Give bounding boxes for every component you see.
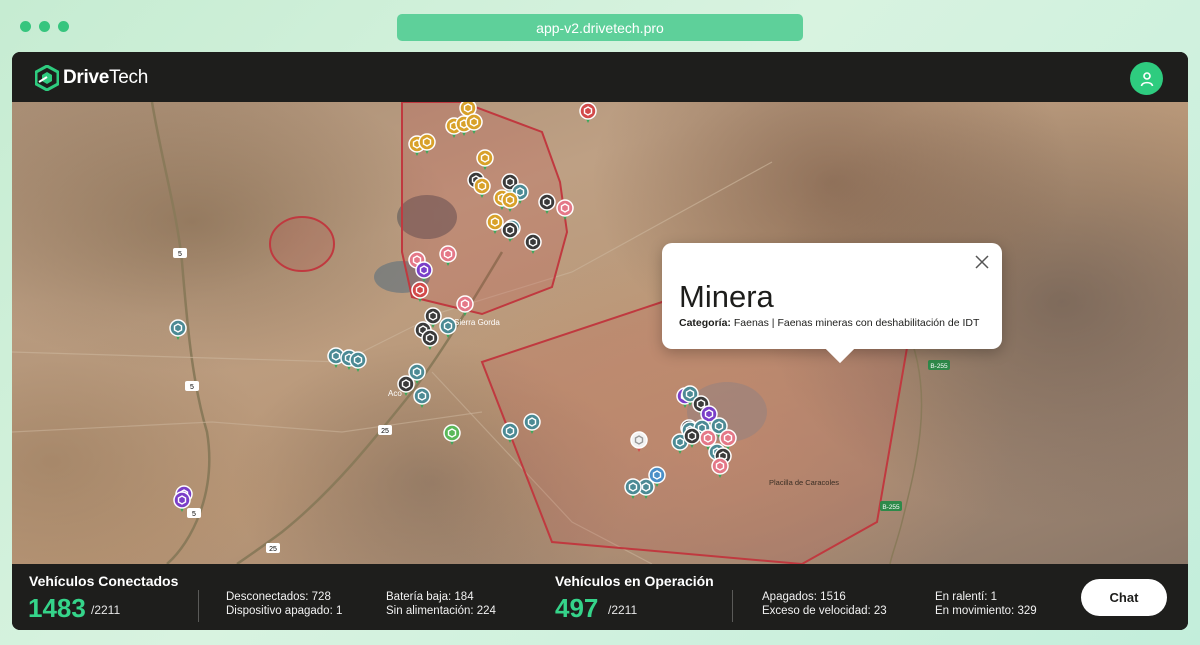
window-controls: [20, 21, 69, 32]
connected-total: /2211: [91, 603, 121, 617]
road-shield-5: 5: [187, 508, 201, 518]
svg-text:B-255: B-255: [882, 504, 900, 511]
road-shield-25: 25: [378, 425, 392, 435]
vehicle-marker[interactable]: [421, 329, 439, 350]
geofence-west: [269, 216, 335, 272]
road-shield-b255: B-255: [880, 501, 902, 511]
geofence-popup: Minera Categoría: Faenas | Faenas minera…: [662, 243, 1002, 349]
disconnected-stat: Desconectados: 728: [226, 591, 331, 603]
svg-text:5: 5: [192, 511, 196, 518]
road-shield-5: 5: [173, 248, 187, 258]
divider: [198, 590, 199, 622]
operation-count: 497: [555, 593, 599, 623]
address-bar[interactable]: app-v2.drivetech.pro: [397, 14, 803, 41]
vehicle-marker[interactable]: [579, 102, 597, 123]
vehicle-marker[interactable]: [443, 424, 461, 445]
dirt-road: [12, 411, 483, 433]
drivetech-logo[interactable]: DriveTech: [35, 65, 148, 91]
road-shield-b255: B-255: [928, 360, 950, 370]
no-power-stat: Sin alimentación: 224: [386, 605, 496, 617]
stats-bar: Vehículos Conectados 1483 /2211 Desconec…: [12, 564, 1188, 630]
window-dot-minimize[interactable]: [39, 21, 50, 32]
operation-total: /2211: [608, 603, 638, 617]
svg-text:25: 25: [381, 428, 389, 435]
device-off-stat: Dispositivo apagado: 1: [226, 605, 343, 617]
vehicle-marker[interactable]: [439, 317, 457, 338]
chat-button[interactable]: Chat: [1081, 579, 1167, 616]
user-icon: [1140, 71, 1153, 86]
operation-title: Vehículos en Operación: [555, 573, 714, 589]
low-battery-stat: Batería baja: 184: [386, 591, 474, 603]
vehicle-marker[interactable]: [413, 387, 431, 408]
popup-title: Minera: [679, 279, 774, 314]
place-label-placilla: Placilla de Caracoles: [769, 478, 839, 487]
map-overlay: 5 5 5 25 25 B-255 B-255 Sierra Gorda Aco…: [12, 102, 950, 564]
map-view[interactable]: 5 5 5 25 25 B-255 B-255 Sierra Gorda Aco…: [12, 102, 1188, 564]
divider: [732, 590, 733, 622]
user-avatar-button[interactable]: [1130, 62, 1163, 95]
svg-text:5: 5: [178, 251, 182, 258]
idle-stat: En ralentí: 1: [935, 591, 998, 603]
off-stat: Apagados: 1516: [762, 591, 846, 603]
window-dot-close[interactable]: [20, 21, 31, 32]
drivetech-logo-icon: [35, 65, 59, 91]
moving-stat: En movimiento: 329: [935, 605, 1037, 617]
popup-category: Categoría: Faenas | Faenas mineras con d…: [679, 317, 980, 329]
vehicle-marker[interactable]: [349, 351, 367, 372]
speeding-stat: Exceso de velocidad: 23: [762, 605, 887, 617]
connected-title: Vehículos Conectados: [29, 573, 179, 589]
svg-text:25: 25: [269, 546, 277, 553]
road-shield-25: 25: [266, 543, 280, 553]
svg-text:5: 5: [190, 384, 194, 391]
close-icon[interactable]: [974, 254, 990, 270]
place-label-sierra-gorda: Sierra Gorda: [454, 318, 500, 327]
connected-count: 1483: [28, 593, 86, 623]
vehicle-marker[interactable]: [456, 295, 474, 316]
window-dot-maximize[interactable]: [58, 21, 69, 32]
svg-text:B-255: B-255: [930, 363, 948, 370]
vehicle-marker[interactable]: [169, 319, 187, 340]
top-bar: DriveTech: [12, 52, 1188, 102]
app-window: DriveTech 5 5 5 25 25 B-255 B-255 Sierra…: [12, 52, 1188, 630]
logo-text: DriveTech: [63, 67, 148, 88]
road-shield-5: 5: [185, 381, 199, 391]
